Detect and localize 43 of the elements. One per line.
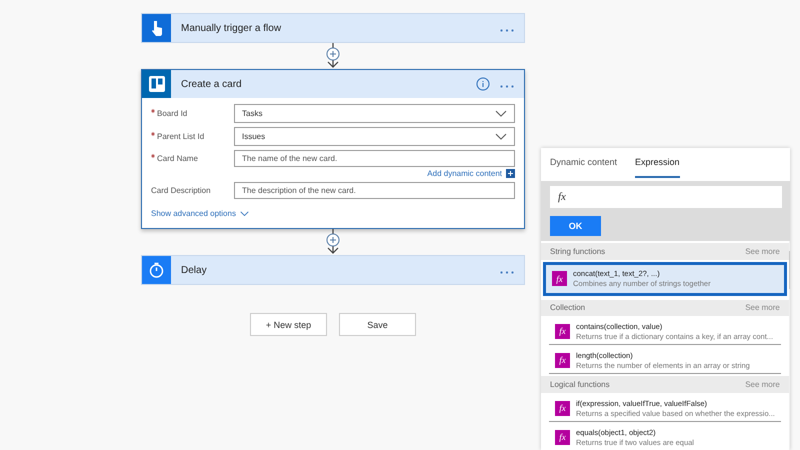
- show-advanced-options-link[interactable]: Show advanced options: [151, 209, 515, 218]
- panel-tab[interactable]: Expression: [635, 148, 680, 178]
- new-step-button[interactable]: + New step: [250, 313, 327, 336]
- function-icon: fx: [555, 430, 570, 445]
- plus-icon[interactable]: [506, 169, 515, 178]
- board-icon: [148, 76, 164, 92]
- step-title: Manually trigger a flow: [181, 22, 282, 34]
- input-field[interactable]: The description of the new card.: [234, 182, 515, 199]
- hand-pointer-icon: [150, 20, 164, 36]
- field-label: Card Description: [151, 186, 211, 195]
- step-card[interactable]: Manually trigger a flow: [141, 13, 525, 43]
- section-title: Logical functions: [550, 380, 610, 390]
- section-title: Collection: [550, 303, 586, 312]
- step-title: Create a card: [181, 78, 243, 90]
- expression-field[interactable]: fx: [550, 186, 782, 208]
- more-icon: [500, 29, 514, 32]
- dropdown-field[interactable]: Tasks: [234, 104, 515, 123]
- function-icon: fx: [552, 271, 567, 286]
- step-title: Delay: [181, 264, 208, 276]
- input-field[interactable]: The name of the new card.: [234, 150, 515, 167]
- save-button[interactable]: Save: [339, 313, 416, 336]
- info-icon[interactable]: [476, 77, 490, 91]
- chevron-down-icon: [495, 110, 507, 118]
- panel-tab[interactable]: Dynamic content: [550, 148, 618, 178]
- function-icon: fx: [555, 400, 570, 416]
- function-icon: fx: [555, 352, 570, 368]
- add-dynamic-content-link[interactable]: Add dynamic content: [427, 169, 502, 178]
- dropdown-field[interactable]: Issues: [234, 127, 515, 146]
- step-card[interactable]: Create a card Board Id Tasks Parent List Id Issues Card Name The name of the new card. Add dynamic content Card Description The description of the new card. Show advanced options: [141, 69, 525, 229]
- step-card[interactable]: Delay: [141, 255, 525, 285]
- add-connector-drawing[interactable]: [326, 229, 340, 255]
- section-title: String functions: [550, 246, 606, 256]
- field-label: Card Name: [157, 154, 198, 163]
- more-icon: [500, 85, 514, 88]
- chevron-down-icon: [495, 132, 507, 140]
- more-icon: [500, 271, 514, 274]
- ok-button[interactable]: OK: [550, 216, 601, 236]
- add-connector-drawing[interactable]: [326, 43, 340, 69]
- field-label: Parent List Id: [157, 132, 204, 141]
- chevron-down-icon: [240, 210, 249, 216]
- field-label: Board Id: [157, 109, 188, 118]
- stopwatch-icon: [149, 262, 164, 278]
- function-icon: fx: [555, 324, 570, 339]
